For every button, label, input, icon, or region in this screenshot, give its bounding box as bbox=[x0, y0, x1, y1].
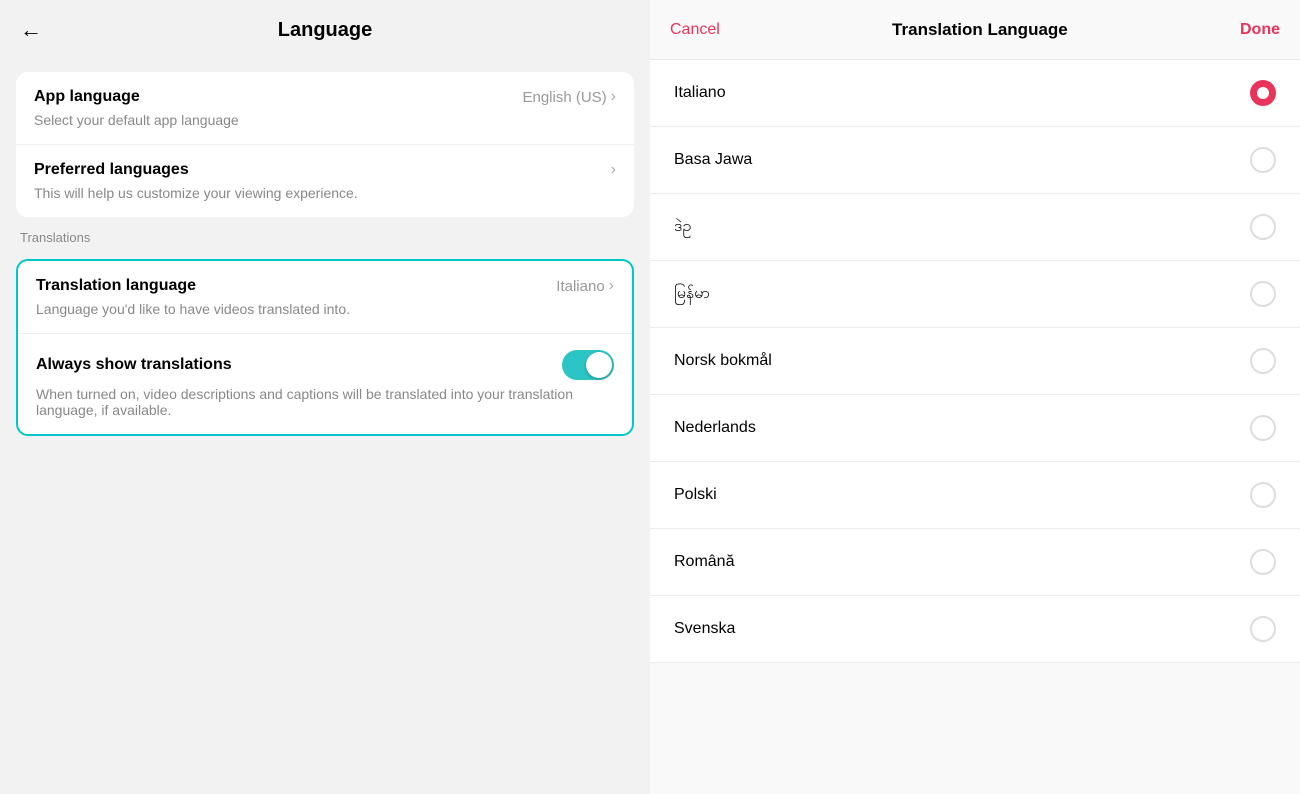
radio-button[interactable] bbox=[1250, 616, 1276, 642]
always-show-translations-item: Always show translations When turned on,… bbox=[18, 334, 632, 434]
app-language-title: App language bbox=[34, 88, 140, 106]
language-settings-card: App language English (US) › Select your … bbox=[16, 72, 634, 217]
language-name: Nederlands bbox=[674, 419, 756, 437]
right-panel: Cancel Translation Language Done Italian… bbox=[650, 0, 1300, 794]
toggle-knob bbox=[586, 352, 612, 378]
language-list-item[interactable]: Nederlands bbox=[650, 395, 1300, 462]
translations-section-label: Translations bbox=[16, 229, 634, 247]
done-button[interactable]: Done bbox=[1240, 21, 1280, 39]
right-header: Cancel Translation Language Done bbox=[650, 0, 1300, 60]
translation-language-item[interactable]: Translation language Italiano › Language… bbox=[18, 261, 632, 334]
language-list-item[interactable]: Svenska bbox=[650, 596, 1300, 663]
translation-language-value: Italiano › bbox=[556, 277, 614, 295]
left-page-title: Language bbox=[278, 19, 372, 42]
translation-language-desc: Language you'd like to have videos trans… bbox=[36, 301, 614, 317]
radio-button[interactable] bbox=[1250, 147, 1276, 173]
language-list-item[interactable]: Basa Jawa bbox=[650, 127, 1300, 194]
cancel-button[interactable]: Cancel bbox=[670, 21, 720, 39]
language-list-item[interactable]: Norsk bokmål bbox=[650, 328, 1300, 395]
translation-language-chevron-icon: › bbox=[609, 277, 614, 295]
radio-button[interactable] bbox=[1250, 214, 1276, 240]
left-header: ← Language bbox=[0, 0, 650, 60]
language-name: Norsk bokmål bbox=[674, 352, 772, 370]
app-language-chevron-icon: › bbox=[611, 88, 616, 106]
app-language-value: English (US) › bbox=[522, 88, 616, 106]
app-language-item[interactable]: App language English (US) › Select your … bbox=[16, 72, 634, 145]
left-panel: ← Language App language English (US) › S… bbox=[0, 0, 650, 794]
language-name: မြန်မာ bbox=[674, 282, 710, 306]
language-name: Italiano bbox=[674, 84, 726, 102]
language-list: Italiano Basa Jawa ဒဲဥမြန်မာ Norsk bokmål Ne… bbox=[650, 60, 1300, 794]
language-list-item[interactable]: Italiano bbox=[650, 60, 1300, 127]
translation-language-title: Translation language bbox=[36, 277, 196, 295]
language-name: Svenska bbox=[674, 620, 735, 638]
language-name: ဒဲဥ bbox=[674, 215, 691, 239]
language-list-item[interactable]: Polski bbox=[650, 462, 1300, 529]
radio-button[interactable] bbox=[1250, 549, 1276, 575]
preferred-languages-chevron-icon: › bbox=[611, 161, 616, 179]
right-panel-title: Translation Language bbox=[892, 20, 1068, 40]
radio-button[interactable] bbox=[1250, 482, 1276, 508]
radio-button[interactable] bbox=[1250, 348, 1276, 374]
left-content: App language English (US) › Select your … bbox=[0, 60, 650, 448]
always-show-title: Always show translations bbox=[36, 356, 232, 374]
language-list-item[interactable]: Română bbox=[650, 529, 1300, 596]
language-name: Polski bbox=[674, 486, 717, 504]
translations-card: Translation language Italiano › Language… bbox=[16, 259, 634, 436]
radio-button[interactable] bbox=[1250, 281, 1276, 307]
language-name: Română bbox=[674, 553, 734, 571]
language-list-item[interactable]: မြန်မာ bbox=[650, 261, 1300, 328]
preferred-languages-desc: This will help us customize your viewing… bbox=[34, 185, 616, 201]
language-list-item[interactable]: ဒဲဥ bbox=[650, 194, 1300, 261]
back-button[interactable]: ← bbox=[20, 17, 42, 43]
radio-button[interactable] bbox=[1250, 80, 1276, 106]
always-show-desc: When turned on, video descriptions and c… bbox=[36, 386, 614, 418]
always-show-toggle[interactable] bbox=[562, 350, 614, 380]
preferred-languages-title: Preferred languages bbox=[34, 161, 189, 179]
app-language-desc: Select your default app language bbox=[34, 112, 616, 128]
language-name: Basa Jawa bbox=[674, 151, 752, 169]
preferred-languages-item[interactable]: Preferred languages › This will help us … bbox=[16, 145, 634, 217]
radio-button[interactable] bbox=[1250, 415, 1276, 441]
